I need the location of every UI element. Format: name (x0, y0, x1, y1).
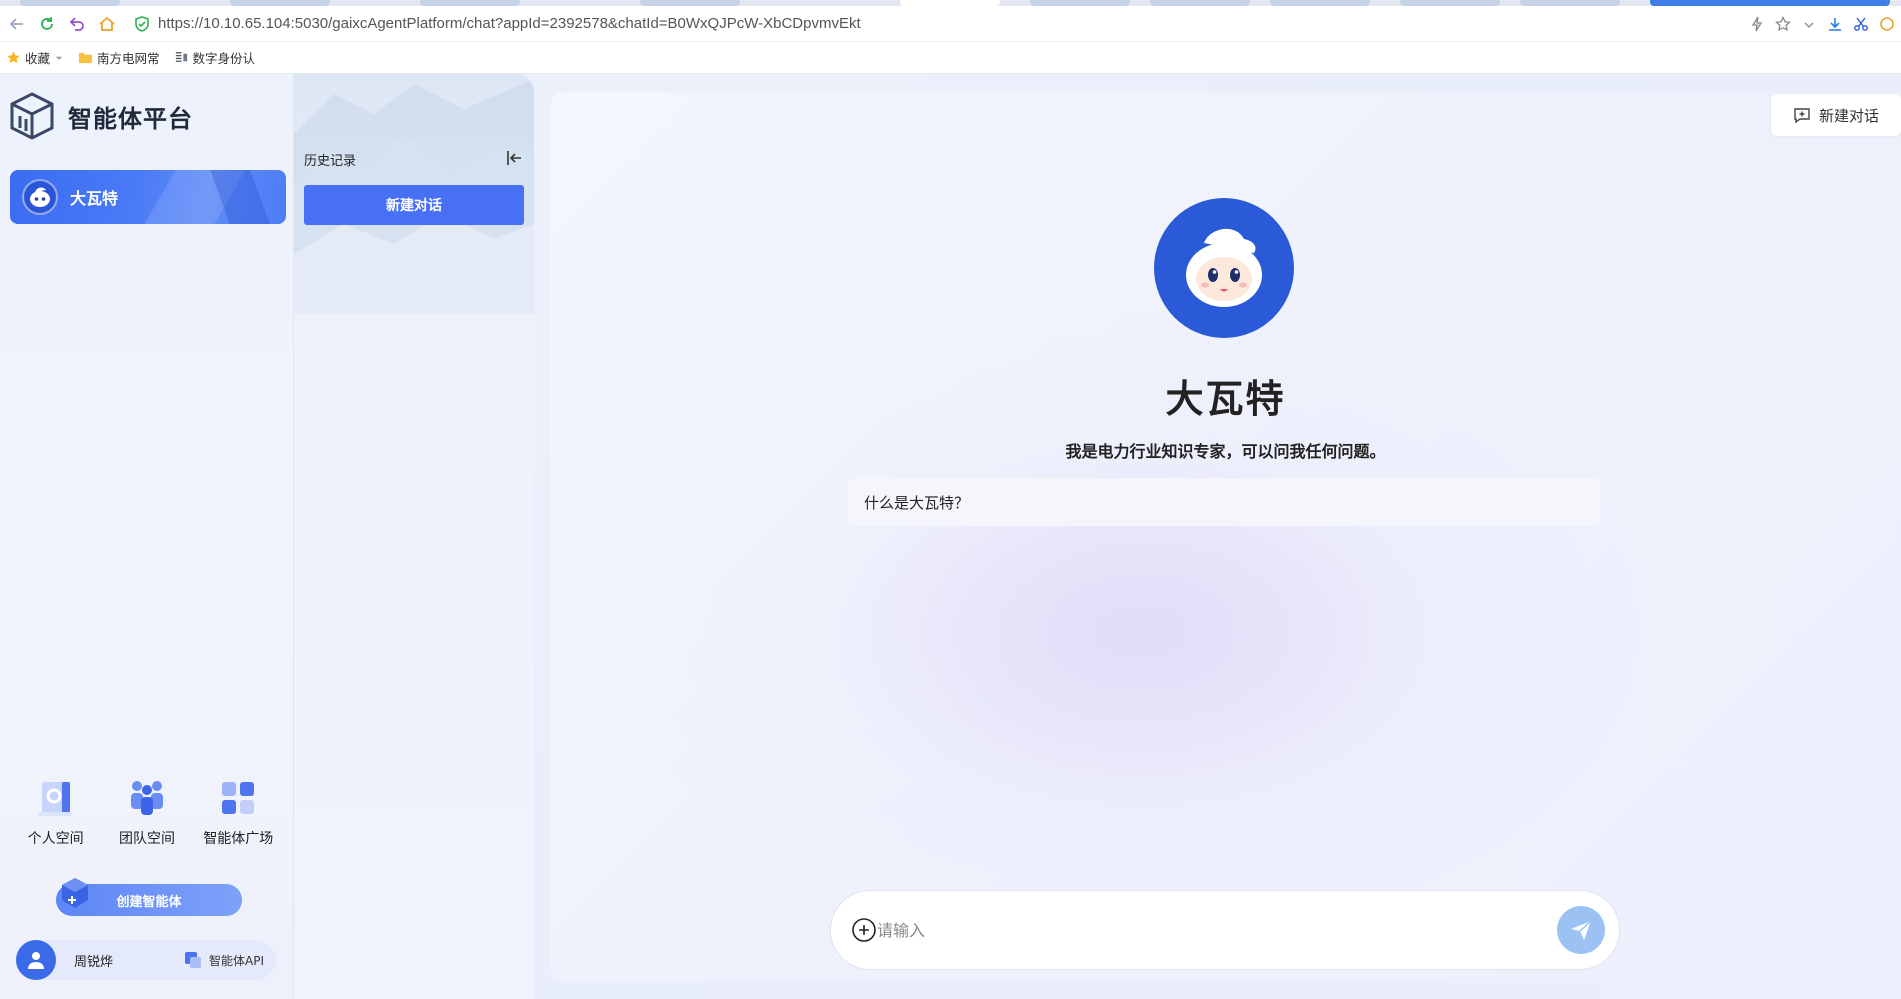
top-new-chat-button[interactable]: 新建对话 (1771, 94, 1901, 136)
url-text: https://10.10.65.104:5030/gaixcAgentPlat… (158, 15, 861, 32)
decoration (210, 170, 270, 224)
scissors-icon[interactable] (1853, 16, 1869, 32)
send-button[interactable] (1557, 906, 1605, 954)
add-circle-icon[interactable] (851, 917, 877, 943)
agent-name-heading: 大瓦特 (1165, 377, 1286, 421)
suggested-question[interactable]: 什么是大瓦特？ (848, 478, 1600, 526)
app-root: 智能体平台 大瓦特 个人空间 团队空间 智能体广场 创建智能体 周锐烨 智能体A… (0, 74, 1901, 999)
user-bar: 周锐烨 智能体API (16, 940, 276, 980)
agent-square-link[interactable]: 智能体广场 (193, 776, 283, 848)
agent-avatar (22, 179, 58, 215)
agent-name: 大瓦特 (70, 189, 119, 208)
home-icon (99, 16, 115, 31)
team-space-icon (130, 781, 163, 815)
chevron-down-icon (55, 56, 63, 60)
address-bar-row: https://10.10.65.104:5030/gaixcAgentPlat… (0, 6, 1901, 42)
team-space-link[interactable]: 团队空间 (102, 776, 192, 848)
bookmark-favorites[interactable]: 收藏 (6, 48, 64, 67)
avatar[interactable] (16, 940, 56, 980)
cube-plus-icon (62, 878, 88, 908)
folder-icon (78, 52, 93, 64)
agent-api-label: 智能体API (209, 953, 264, 968)
history-panel: 历史记录 新建对话 (294, 74, 534, 999)
lightning-icon[interactable] (1749, 16, 1765, 32)
bookmark-page[interactable]: 数字身份认 (174, 48, 256, 67)
new-chat-icon (1794, 108, 1810, 124)
bookmark-label: 南方电网常 (97, 51, 160, 66)
browser-toolbar-right (1749, 6, 1901, 42)
sidebar: 智能体平台 大瓦特 个人空间 团队空间 智能体广场 创建智能体 周锐烨 智能体A… (0, 74, 294, 999)
collapse-left-icon[interactable] (504, 148, 524, 168)
reload-button[interactable] (34, 11, 60, 37)
agent-hero-avatar (1154, 198, 1294, 338)
smile-icon[interactable] (1879, 16, 1895, 32)
download-icon[interactable] (1827, 16, 1843, 32)
suggested-question-text: 什么是大瓦特？ (864, 493, 970, 512)
undo-icon (69, 16, 84, 31)
arrow-left-icon (9, 17, 23, 30)
personal-space-icon (37, 782, 72, 816)
sidebar-item-agent[interactable]: 大瓦特 (10, 170, 286, 224)
bookmark-folder[interactable]: 南方电网常 (78, 48, 160, 67)
history-title: 历史记录 (304, 154, 357, 169)
create-agent-button[interactable]: 创建智能体 (56, 878, 242, 916)
shield-icon (135, 15, 149, 32)
space-label: 个人空间 (27, 831, 84, 847)
new-chat-button[interactable]: 新建对话 (304, 185, 524, 225)
api-icon (185, 952, 201, 968)
space-nav: 个人空间 团队空间 智能体广场 (0, 776, 294, 848)
top-new-chat-label: 新建对话 (1818, 106, 1879, 125)
agent-api-link[interactable]: 智能体API (183, 940, 264, 980)
refresh-icon (41, 16, 53, 30)
page-icon (175, 52, 187, 62)
user-icon (28, 952, 44, 969)
mascot-icon (1186, 228, 1262, 307)
chat-main: 新建对话 大瓦特 我是电力行业知识专家，可以问我任何问题。 什么是大瓦特？ (550, 92, 1901, 982)
agent-description: 我是电力行业知识专家，可以问我任何问题。 (1065, 442, 1386, 461)
platform-logo-icon (10, 92, 54, 140)
send-icon (1571, 920, 1592, 940)
brand[interactable]: 智能体平台 (10, 92, 193, 140)
bookmarks-bar: 收藏 南方电网常 数字身份认 (0, 42, 1901, 74)
agent-square-icon (222, 782, 255, 814)
home-button[interactable] (94, 11, 120, 37)
star-icon (7, 51, 20, 64)
personal-space-link[interactable]: 个人空间 (11, 776, 101, 848)
back-button[interactable] (4, 11, 30, 37)
star-outline-icon[interactable] (1775, 16, 1791, 32)
space-label: 智能体广场 (203, 831, 274, 847)
user-name: 周锐烨 (74, 954, 114, 970)
mascot-icon (30, 187, 50, 207)
url-field[interactable]: https://10.10.65.104:5030/gaixcAgentPlat… (134, 10, 861, 38)
brand-name: 智能体平台 (68, 104, 193, 133)
undo-button[interactable] (64, 11, 90, 37)
create-agent-label: 创建智能体 (116, 894, 182, 910)
bookmark-label: 收藏 (25, 51, 51, 66)
bookmark-label: 数字身份认 (192, 51, 256, 66)
space-label: 团队空间 (118, 831, 175, 847)
chat-composer (830, 890, 1620, 970)
chevron-down-icon[interactable] (1801, 16, 1817, 32)
chat-input[interactable] (877, 910, 1557, 950)
new-chat-label: 新建对话 (386, 198, 442, 214)
